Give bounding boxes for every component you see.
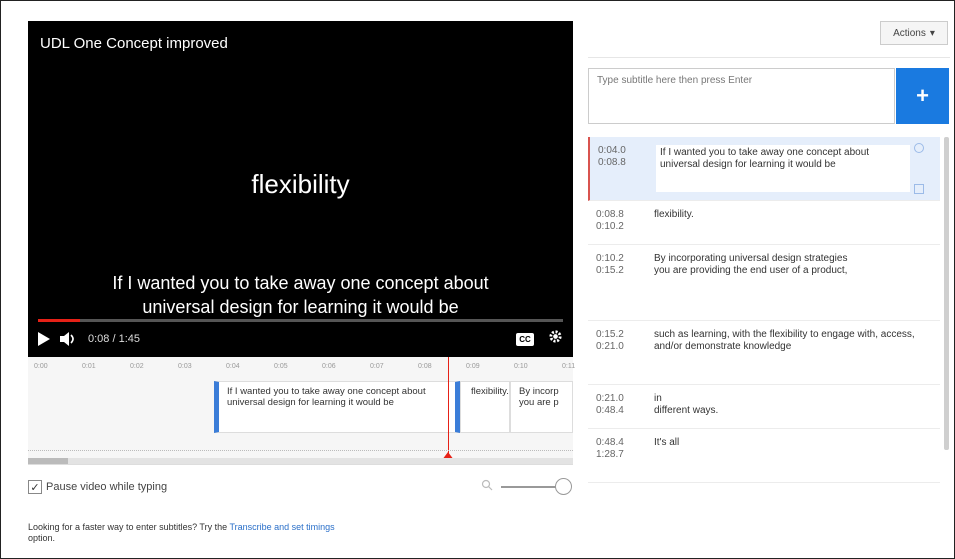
captions-icon[interactable]: CC xyxy=(516,332,534,346)
timeline-tick: 0:10 xyxy=(514,363,528,370)
timeline-tick: 0:09 xyxy=(466,363,480,370)
timeline-tick: 0:05 xyxy=(274,363,288,370)
subtitle-item[interactable]: 0:21.0 0:48.4 in different ways. xyxy=(588,385,940,429)
subtitle-item[interactable]: 0:08.8 0:10.2 flexibility. xyxy=(588,201,940,245)
subtitle-end[interactable]: 0:08.8 xyxy=(598,157,656,169)
timeline-tick: 0:06 xyxy=(322,363,336,370)
audio-waveform xyxy=(28,450,573,456)
pause-video-option[interactable]: ✓ Pause video while typing xyxy=(28,480,167,494)
video-title: UDL One Concept improved xyxy=(40,35,228,52)
video-time: 0:08 / 1:45 xyxy=(88,333,140,345)
actions-button[interactable]: Actions ▾ xyxy=(880,21,948,45)
timeline-segment[interactable]: By incorp you are p xyxy=(510,381,573,433)
add-subtitle-button[interactable]: + xyxy=(896,68,949,124)
timeline-tick: 0:00 xyxy=(34,363,48,370)
caption-line: universal design for learning it would b… xyxy=(142,297,459,317)
timeline-tick: 0:02 xyxy=(130,363,144,370)
video-caption: If I wanted you to take away one concept… xyxy=(58,271,543,319)
subtitle-item[interactable]: 0:15.2 0:21.0 such as learning, with the f… xyxy=(588,321,940,385)
timeline-tick: 0:04 xyxy=(226,363,240,370)
subtitle-text[interactable]: flexibility. xyxy=(654,209,940,236)
gear-icon[interactable] xyxy=(548,329,563,349)
timeline-segment-text: flexibility. xyxy=(471,386,509,397)
pause-video-checkbox[interactable]: ✓ xyxy=(28,480,42,494)
subtitle-timeline[interactable]: 0:00 0:01 0:02 0:03 0:04 0:05 0:06 0:07 0:08 0:09… xyxy=(28,357,576,465)
hint-prefix: Looking for a faster way to enter subtit… xyxy=(28,522,230,532)
timeline-tick: 0:08 xyxy=(418,363,432,370)
subtitle-text[interactable]: such as learning, with the flexibility t… xyxy=(654,329,940,376)
subtitle-start[interactable]: 0:15.2 xyxy=(596,329,654,341)
subtitle-times[interactable]: 0:48.4 1:28.7 xyxy=(596,437,654,474)
timeline-playhead[interactable] xyxy=(448,357,449,464)
timeline-scrollbar[interactable] xyxy=(28,458,573,464)
play-icon[interactable] xyxy=(38,327,50,351)
subtitle-item[interactable]: 0:04.0 0:08.8 If I wanted you to take away… xyxy=(588,137,940,201)
subtitle-end[interactable]: 0:48.4 xyxy=(596,405,654,417)
timeline-segment[interactable]: If I wanted you to take away one concept… xyxy=(214,381,460,433)
subtitle-times[interactable]: 0:10.2 0:15.2 xyxy=(596,253,654,312)
subtitle-times[interactable]: 0:15.2 0:21.0 xyxy=(596,329,654,376)
subtitle-list-scrollbar[interactable] xyxy=(944,137,949,450)
volume-icon[interactable] xyxy=(60,327,78,351)
subtitle-start[interactable]: 0:10.2 xyxy=(596,253,654,265)
video-player[interactable]: UDL One Concept improved flexibility If … xyxy=(28,21,573,357)
subtitle-text[interactable]: If I wanted you to take away one concept… xyxy=(656,145,910,192)
subtitle-text[interactable]: in different ways. xyxy=(654,393,940,420)
remove-subtitle-icon[interactable] xyxy=(914,143,924,153)
zoom-knob[interactable] xyxy=(555,478,572,495)
actions-label: Actions xyxy=(893,27,926,39)
subtitle-input[interactable]: Type subtitle here then press Enter xyxy=(588,68,895,124)
subtitle-text[interactable]: It's all xyxy=(654,437,940,474)
timeline-segment-text: If I wanted you to take away one concept… xyxy=(227,386,426,408)
video-overlay-text: flexibility xyxy=(251,169,350,199)
subtitle-end[interactable]: 0:21.0 xyxy=(596,341,654,353)
subtitle-times[interactable]: 0:04.0 0:08.8 xyxy=(598,145,656,192)
video-controls: 0:08 / 1:45 CC xyxy=(28,321,573,357)
divider xyxy=(588,57,950,58)
subtitle-start[interactable]: 0:21.0 xyxy=(596,393,654,405)
timeline-tick: 0:03 xyxy=(178,363,192,370)
subtitle-end[interactable]: 0:15.2 xyxy=(596,265,654,277)
insert-subtitle-icon[interactable] xyxy=(914,184,924,194)
subtitle-item[interactable]: 0:48.4 1:28.7 It's all xyxy=(588,429,940,483)
hint-text: Looking for a faster way to enter subtit… xyxy=(28,522,348,544)
subtitle-list: 0:04.0 0:08.8 If I wanted you to take away… xyxy=(588,137,940,547)
transcribe-link[interactable]: Transcribe and set timings xyxy=(229,522,334,532)
subtitle-start[interactable]: 0:48.4 xyxy=(596,437,654,449)
subtitle-end[interactable]: 1:28.7 xyxy=(596,449,654,461)
timeline-segment[interactable]: flexibility. xyxy=(460,381,510,433)
subtitle-end[interactable]: 0:10.2 xyxy=(596,221,654,233)
timeline-scrollbar-thumb[interactable] xyxy=(28,458,68,464)
subtitle-item[interactable]: 0:10.2 0:15.2 By incorporating universal d… xyxy=(588,245,940,321)
timeline-zoom-slider[interactable] xyxy=(481,478,573,496)
magnifier-icon xyxy=(481,479,493,494)
hint-suffix: option. xyxy=(28,533,56,543)
subtitle-input-placeholder: Type subtitle here then press Enter xyxy=(597,75,753,86)
timeline-ruler: 0:00 0:01 0:02 0:03 0:04 0:05 0:06 0:07 0:08 0:09… xyxy=(28,357,576,377)
timeline-tick: 0:11 xyxy=(562,363,576,370)
subtitle-times[interactable]: 0:08.8 0:10.2 xyxy=(596,209,654,236)
pause-video-label: Pause video while typing xyxy=(46,481,168,493)
timeline-tick: 0:07 xyxy=(370,363,384,370)
chevron-down-icon: ▾ xyxy=(929,27,935,39)
timeline-segment-text: By incorp you are p xyxy=(519,386,559,408)
subtitle-start[interactable]: 0:08.8 xyxy=(596,209,654,221)
zoom-track[interactable] xyxy=(501,486,561,488)
subtitle-times[interactable]: 0:21.0 0:48.4 xyxy=(596,393,654,420)
timeline-tick: 0:01 xyxy=(82,363,96,370)
plus-icon: + xyxy=(916,83,929,108)
caption-line: If I wanted you to take away one concept… xyxy=(112,273,489,293)
subtitle-start[interactable]: 0:04.0 xyxy=(598,145,656,157)
subtitle-text[interactable]: By incorporating universal design strate… xyxy=(654,253,940,312)
